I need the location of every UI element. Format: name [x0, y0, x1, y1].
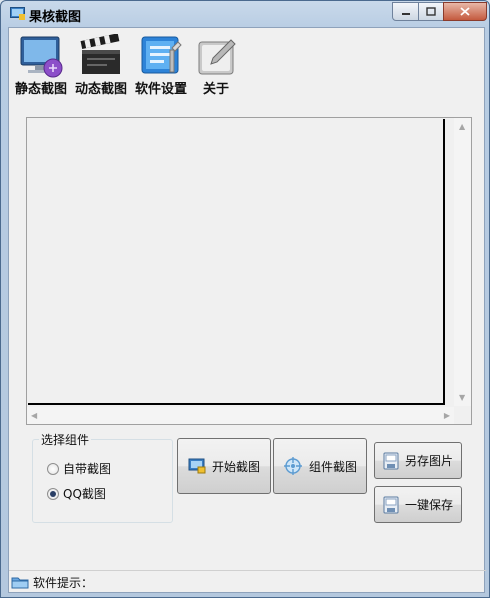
tool-static-capture[interactable]: 静态截图	[11, 32, 71, 98]
one-click-save-label: 一键保存	[404, 498, 453, 512]
app-icon	[10, 7, 25, 20]
close-icon	[460, 7, 470, 16]
tool-static-capture-label: 静态截图	[14, 82, 67, 97]
monitor-icon	[20, 36, 63, 78]
one-click-save-button[interactable]: 一键保存	[374, 486, 462, 523]
horizontal-scrollbar[interactable]: ◀ ▶	[27, 407, 454, 424]
radio-qq-capture[interactable]: QQ截图	[47, 485, 106, 502]
minimize-button[interactable]	[392, 2, 419, 21]
save-icon	[383, 496, 399, 513]
radio-button[interactable]	[47, 487, 59, 500]
minimize-icon	[401, 12, 410, 15]
toolbar: 静态截图 动态截图 软件设置 关于	[9, 28, 484, 100]
component-group-title: 选择组件	[39, 431, 92, 448]
clapperboard-icon	[80, 34, 120, 74]
vertical-scrollbar[interactable]: ▲ ▼	[454, 118, 471, 406]
radio-builtin-capture[interactable]: 自带截图	[47, 460, 111, 477]
component-capture-label: 组件截图	[308, 459, 357, 474]
settings-icon	[141, 36, 182, 74]
status-label: 软件提示：	[33, 575, 94, 590]
preview-canvas	[28, 119, 445, 405]
scroll-down-arrow-icon[interactable]: ▼	[459, 393, 465, 402]
about-icon	[198, 39, 236, 75]
tool-dynamic-capture[interactable]: 动态截图	[71, 32, 131, 98]
title-bar[interactable]: 果核截图	[1, 1, 489, 27]
image-preview-area[interactable]: ▲ ▼ ◀ ▶	[26, 117, 472, 425]
app-window: 果核截图 静态截图 动态截图 软件设置 关于 ▲ ▼ ◀ ▶ 选择组件 自带截图…	[0, 0, 490, 598]
radio-button[interactable]	[47, 462, 59, 475]
save-as-button[interactable]: 另存图片	[374, 442, 462, 479]
client-area: 静态截图 动态截图 软件设置 关于 ▲ ▼ ◀ ▶ 选择组件 自带截图 QQ截图…	[8, 27, 486, 593]
folder-icon	[11, 577, 29, 589]
scroll-left-arrow-icon[interactable]: ◀	[31, 411, 37, 420]
window-title: 果核截图	[29, 10, 82, 25]
status-bar: 软件提示：	[9, 570, 486, 593]
close-button[interactable]	[443, 2, 487, 21]
crosshair-icon	[283, 457, 302, 475]
start-capture-label: 开始截图	[211, 459, 260, 474]
component-groupbox: 选择组件 自带截图 QQ截图	[32, 431, 173, 523]
tool-about[interactable]: 关于	[186, 32, 246, 98]
radio-label: QQ截图	[63, 487, 106, 501]
save-icon	[383, 452, 399, 469]
maximize-button[interactable]	[418, 2, 444, 21]
start-capture-button[interactable]: 开始截图	[177, 438, 271, 494]
tool-about-label: 关于	[202, 82, 229, 97]
component-capture-button[interactable]: 组件截图	[273, 438, 367, 494]
radio-label: 自带截图	[63, 462, 112, 476]
scroll-up-arrow-icon[interactable]: ▲	[459, 122, 465, 131]
maximize-icon	[426, 7, 436, 16]
screen-capture-icon	[188, 458, 206, 474]
save-as-label: 另存图片	[404, 454, 453, 468]
scrollbar-corner	[454, 407, 471, 424]
scroll-right-arrow-icon[interactable]: ▶	[444, 411, 450, 420]
tool-dynamic-capture-label: 动态截图	[74, 82, 127, 97]
